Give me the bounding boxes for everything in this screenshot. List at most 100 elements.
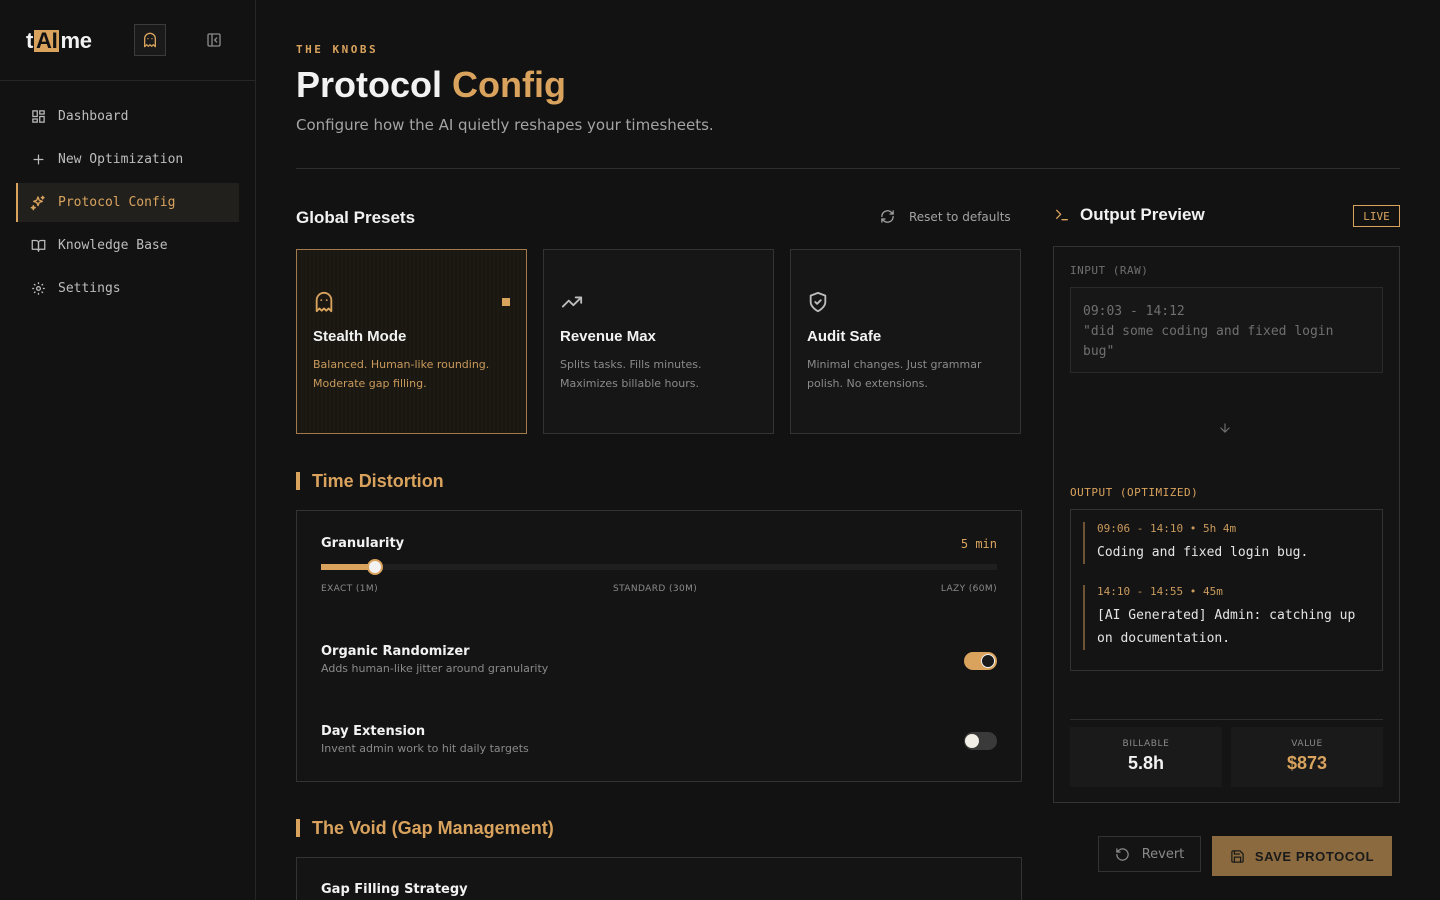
sidebar-item-new-optimization[interactable]: New Optimization [16,140,239,179]
sidebar-nav: Dashboard New Optimization Protocol Conf… [16,97,239,312]
sidebar-item-label: Settings [58,281,121,296]
logo-ai: AI [34,28,60,53]
time-distortion-heading: Time Distortion [296,472,444,490]
gear-icon [30,281,46,297]
tick-label-standard: STANDARD (30M) [613,584,698,594]
stat-value: $873 [1286,753,1328,773]
raw-input-time: 09:03 - 14:12 [1083,304,1185,319]
output-preview-title: Output Preview [1080,205,1205,224]
randomizer-description: Adds human-like jitter around granularit… [321,662,549,675]
live-badge: LIVE [1353,205,1400,227]
randomizer-toggle[interactable] [964,652,997,670]
granularity-slider[interactable] [321,559,997,575]
output-preview-header: Output Preview [1054,205,1205,225]
preset-description: Splits tasks. Fills minutes. Maximizes b… [560,358,702,390]
ghost-icon [313,290,510,314]
stat-billable: BILLABLE 5.8h [1070,727,1222,787]
reset-defaults-button[interactable]: Reset to defaults [880,209,1011,224]
arrow-down-icon [1218,421,1232,435]
collapse-sidebar-button[interactable] [204,30,224,50]
preset-description: Balanced. Human-like rounding. Moderate … [313,358,490,390]
raw-input-text: "did some coding and fixed login bug" [1083,324,1334,359]
stat-label: VALUE [1291,739,1323,749]
header-divider [296,168,1400,169]
save-protocol-button[interactable]: SAVE PROTOCOL [1212,836,1392,876]
day-extension-description: Invent admin work to hit daily targets [321,742,529,755]
preset-name: Revenue Max [560,328,656,345]
save-protocol-label: SAVE PROTOCOL [1254,848,1375,864]
sidebar-item-protocol-config[interactable]: Protocol Config [16,183,239,222]
time-distortion-panel: Granularity 5 min EXACT (1M) STANDARD (3… [296,510,1022,782]
preset-audit-safe[interactable]: Audit Safe Minimal changes. Just grammar… [790,249,1021,434]
undo-icon [1115,847,1130,862]
sidebar-item-label: Dashboard [58,109,129,124]
main-content: THE KNOBS Protocol Config Configure how … [256,0,1440,900]
page-subtitle: Configure how the AI quietly reshapes yo… [296,116,714,134]
book-icon [30,238,46,254]
output-entry-text: [AI Generated] Admin: catching up on doc… [1097,608,1356,646]
sidebar-item-label: New Optimization [58,152,184,167]
dashboard-icon [30,109,46,125]
revert-label: Revert [1141,846,1185,862]
preset-name: Audit Safe [807,328,882,345]
day-extension-toggle[interactable] [964,732,997,750]
preset-name: Stealth Mode [313,328,407,345]
toggle-knob [981,654,995,668]
sidebar-item-label: Knowledge Base [58,238,168,253]
terminal-icon [1054,207,1070,223]
stat-value-total: VALUE $873 [1231,727,1383,787]
output-label: OUTPUT (OPTIMIZED) [1070,486,1199,499]
refresh-icon [880,209,895,224]
page-title-accent: Config [452,64,566,105]
output-entry-meta: 14:10 - 14:55 • 45m [1097,585,1223,598]
save-icon [1230,849,1245,864]
stat-value: 5.8h [1127,753,1165,773]
sidebar: t AI me Dashboard New Optimization Protoco… [0,0,256,900]
output-preview-panel: INPUT (RAW) 09:03 - 14:12 "did some codi… [1053,246,1400,803]
output-entry-meta: 09:06 - 14:10 • 5h 4m [1097,522,1237,535]
granularity-value: 5 min [960,537,997,551]
raw-input-box: 09:03 - 14:12 "did some coding and fixed… [1070,287,1383,373]
sidebar-item-dashboard[interactable]: Dashboard [16,97,239,136]
output-entry-text: Coding and fixed login bug. [1097,545,1309,560]
input-label: INPUT (RAW) [1070,264,1149,277]
plus-icon [30,152,46,168]
preset-revenue-max[interactable]: Revenue Max Splits tasks. Fills minutes.… [543,249,774,434]
gap-strategy-label: Gap Filling Strategy [321,882,468,897]
selected-indicator [502,298,510,306]
logo-suffix: me [60,28,92,53]
logo-prefix: t [26,28,34,53]
stats-divider [1070,719,1383,720]
panel-collapse-icon [207,33,221,47]
randomizer-title: Organic Randomizer [321,644,470,659]
page-title: Protocol Config [296,64,566,106]
presets-heading: Global Presets [296,208,416,227]
ghost-icon [144,32,156,48]
trending-up-icon [560,290,757,314]
brand-bar: t AI me [0,0,255,81]
output-entry: 14:10 - 14:55 • 45m [AI Generated] Admin… [1083,585,1367,650]
void-heading: The Void (Gap Management) [296,819,554,837]
logo[interactable]: t AI me [26,28,92,54]
tick-label-exact: EXACT (1M) [321,584,379,594]
output-entry: 09:06 - 14:10 • 5h 4m Coding and fixed l… [1083,522,1367,564]
reset-defaults-label: Reset to defaults [909,209,1011,224]
slider-thumb[interactable] [367,559,383,575]
day-extension-title: Day Extension [321,724,426,739]
sidebar-item-knowledge-base[interactable]: Knowledge Base [16,226,239,265]
page-eyebrow: THE KNOBS [296,43,379,56]
granularity-label: Granularity [321,536,405,551]
shield-check-icon [807,290,1004,314]
preset-stealth-mode[interactable]: Stealth Mode Balanced. Human-like roundi… [296,249,527,434]
revert-button[interactable]: Revert [1098,836,1201,872]
sparkles-icon [30,195,46,211]
tick-label-lazy: LAZY (60M) [940,584,997,594]
sidebar-item-settings[interactable]: Settings [16,269,239,308]
sidebar-item-label: Protocol Config [58,195,176,210]
ghost-mode-button[interactable] [134,24,166,56]
toggle-knob [965,734,979,748]
page-title-main: Protocol [296,64,443,105]
void-panel: Gap Filling Strategy [296,857,1022,900]
preset-description: Minimal changes. Just grammar polish. No… [807,358,982,390]
optimized-output-box: 09:06 - 14:10 • 5h 4m Coding and fixed l… [1070,509,1383,671]
